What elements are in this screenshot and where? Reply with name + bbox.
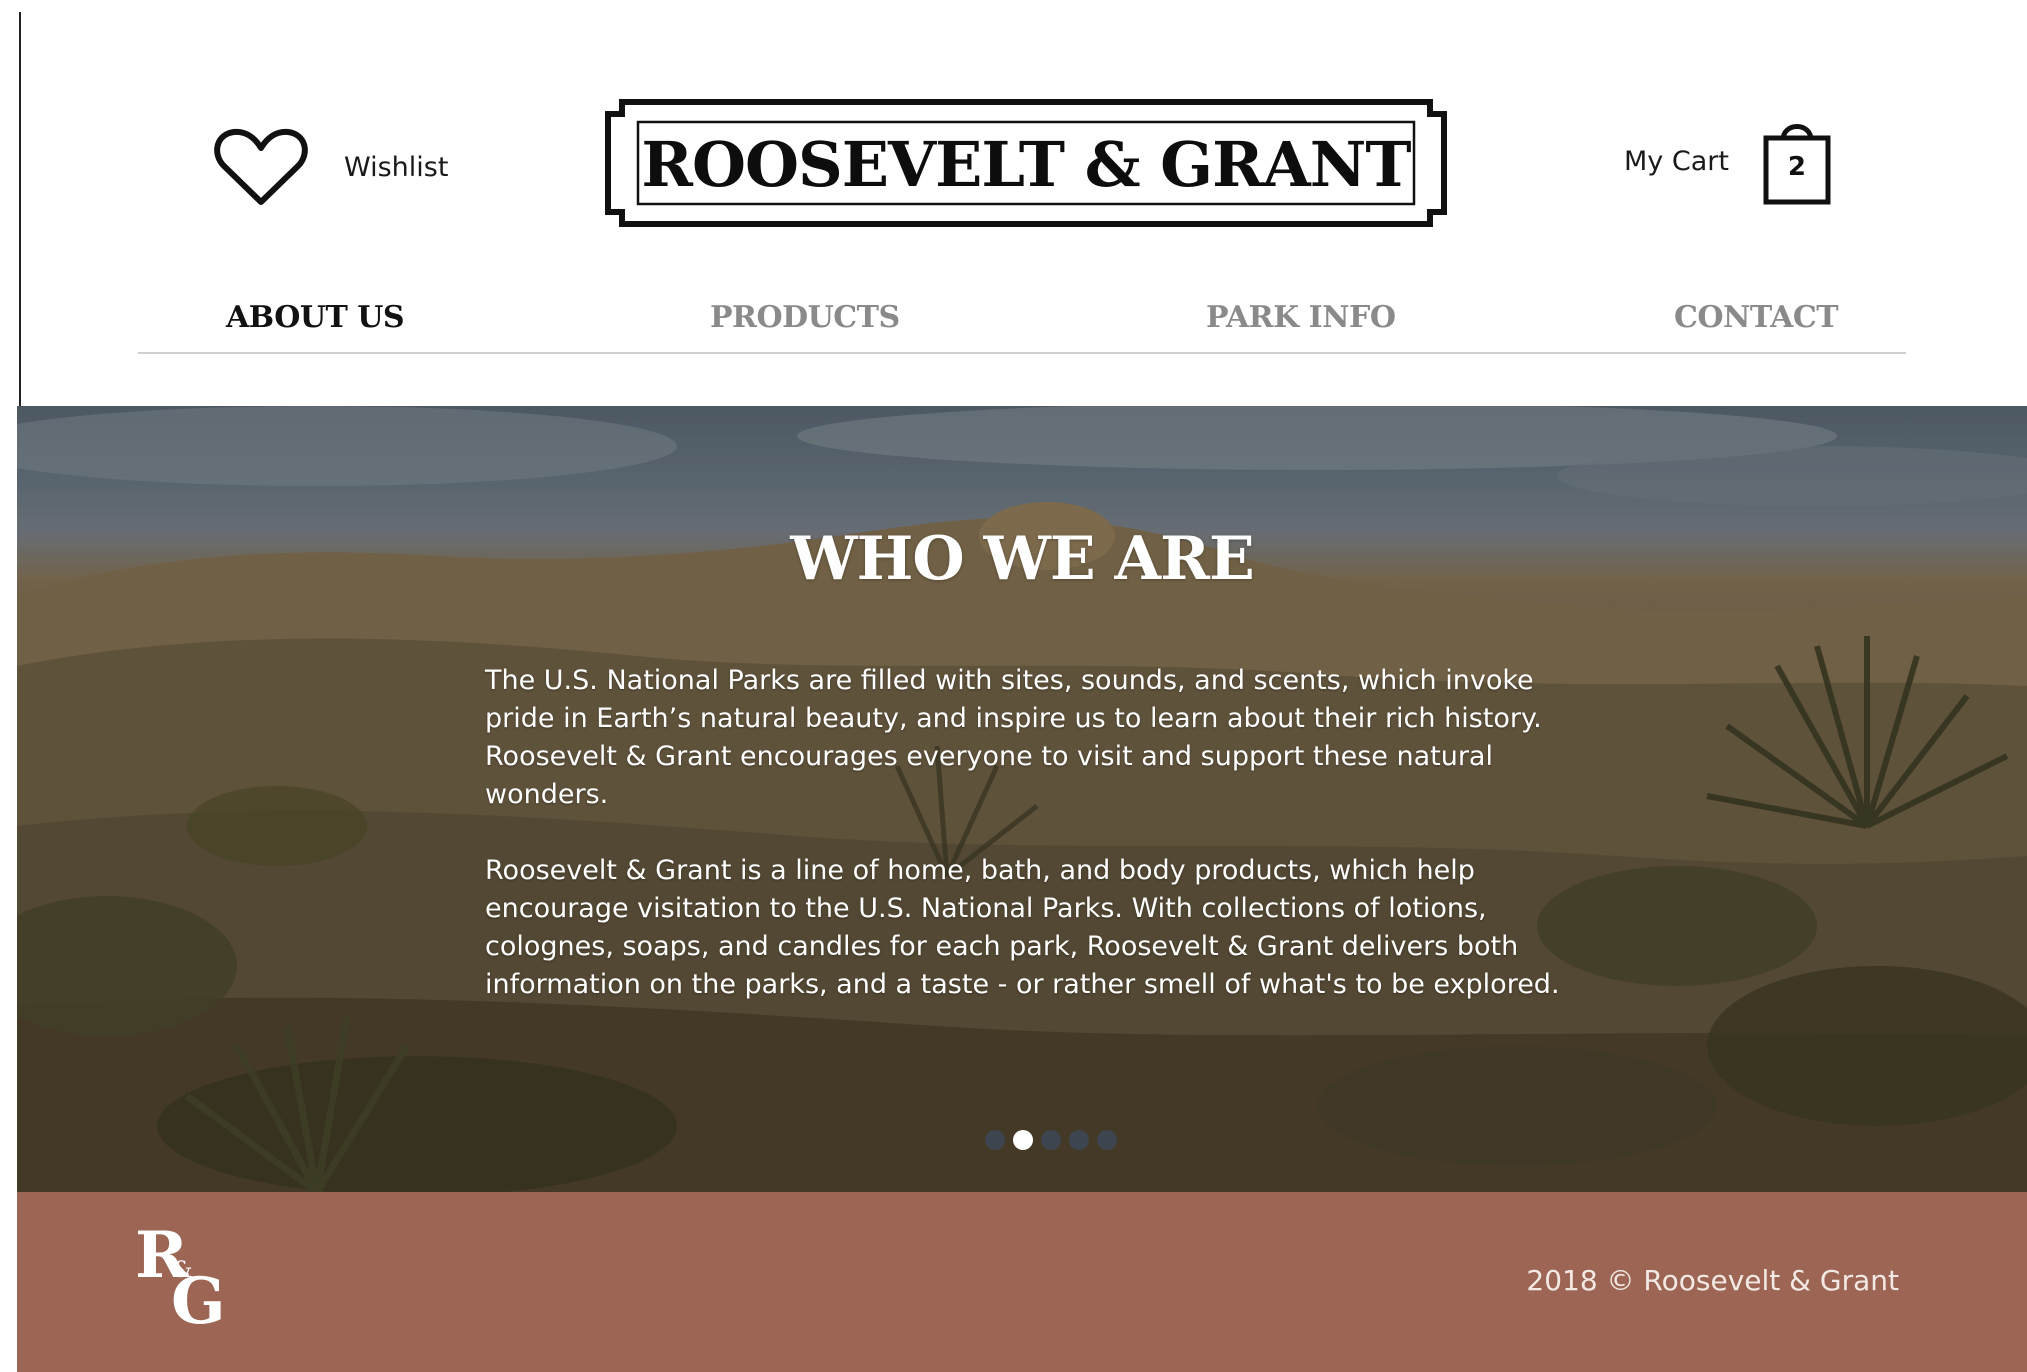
nav-about-us[interactable]: ABOUT US	[226, 300, 405, 335]
brand-logo-text: ROOSEVELT & GRANT	[641, 127, 1411, 201]
carousel-dot-4[interactable]	[1069, 1130, 1089, 1150]
carousel-dot-3[interactable]	[1041, 1130, 1061, 1150]
brand-logo[interactable]: ROOSEVELT & GRANT	[604, 98, 1448, 228]
carousel-dots	[985, 1130, 1117, 1150]
shopping-bag-icon: 2	[1763, 116, 1831, 206]
copyright-text: 2018 © Roosevelt & Grant	[1526, 1264, 1899, 1297]
nav-park-info[interactable]: PARK INFO	[1206, 300, 1396, 335]
hero-title: WHO WE ARE	[790, 524, 1254, 594]
carousel-dot-5[interactable]	[1097, 1130, 1117, 1150]
page: Wishlist ROOSEVELT & GRANT My Cart 2 ABO…	[0, 0, 2027, 1372]
hero-paragraph-2: Roosevelt & Grant is a line of home, bat…	[485, 855, 1560, 1000]
cart-link[interactable]: My Cart 2	[1624, 116, 1831, 206]
nav-contact[interactable]: CONTACT	[1674, 300, 1839, 335]
heart-icon	[214, 128, 308, 206]
hero-body: The U.S. National Parks are filled with …	[485, 662, 1575, 1042]
nav-products[interactable]: PRODUCTS	[710, 300, 900, 335]
carousel-dot-2[interactable]	[1013, 1130, 1033, 1150]
left-border-line	[19, 12, 21, 406]
main-nav: ABOUT US PRODUCTS PARK INFO CONTACT	[138, 296, 1906, 354]
hero-paragraph-1: The U.S. National Parks are filled with …	[485, 665, 1542, 810]
footer-logo-g: G	[171, 1264, 226, 1339]
wishlist-label: Wishlist	[344, 151, 449, 183]
site-footer: R & G 2018 © Roosevelt & Grant	[17, 1192, 2027, 1372]
footer-monogram-logo[interactable]: R & G	[135, 1224, 245, 1344]
hero-section: WHO WE ARE The U.S. National Parks are f…	[17, 406, 2027, 1192]
cart-label: My Cart	[1624, 145, 1729, 177]
wishlist-link[interactable]: Wishlist	[214, 128, 448, 206]
cart-count-badge: 2	[1787, 152, 1806, 182]
carousel-dot-1[interactable]	[985, 1130, 1005, 1150]
